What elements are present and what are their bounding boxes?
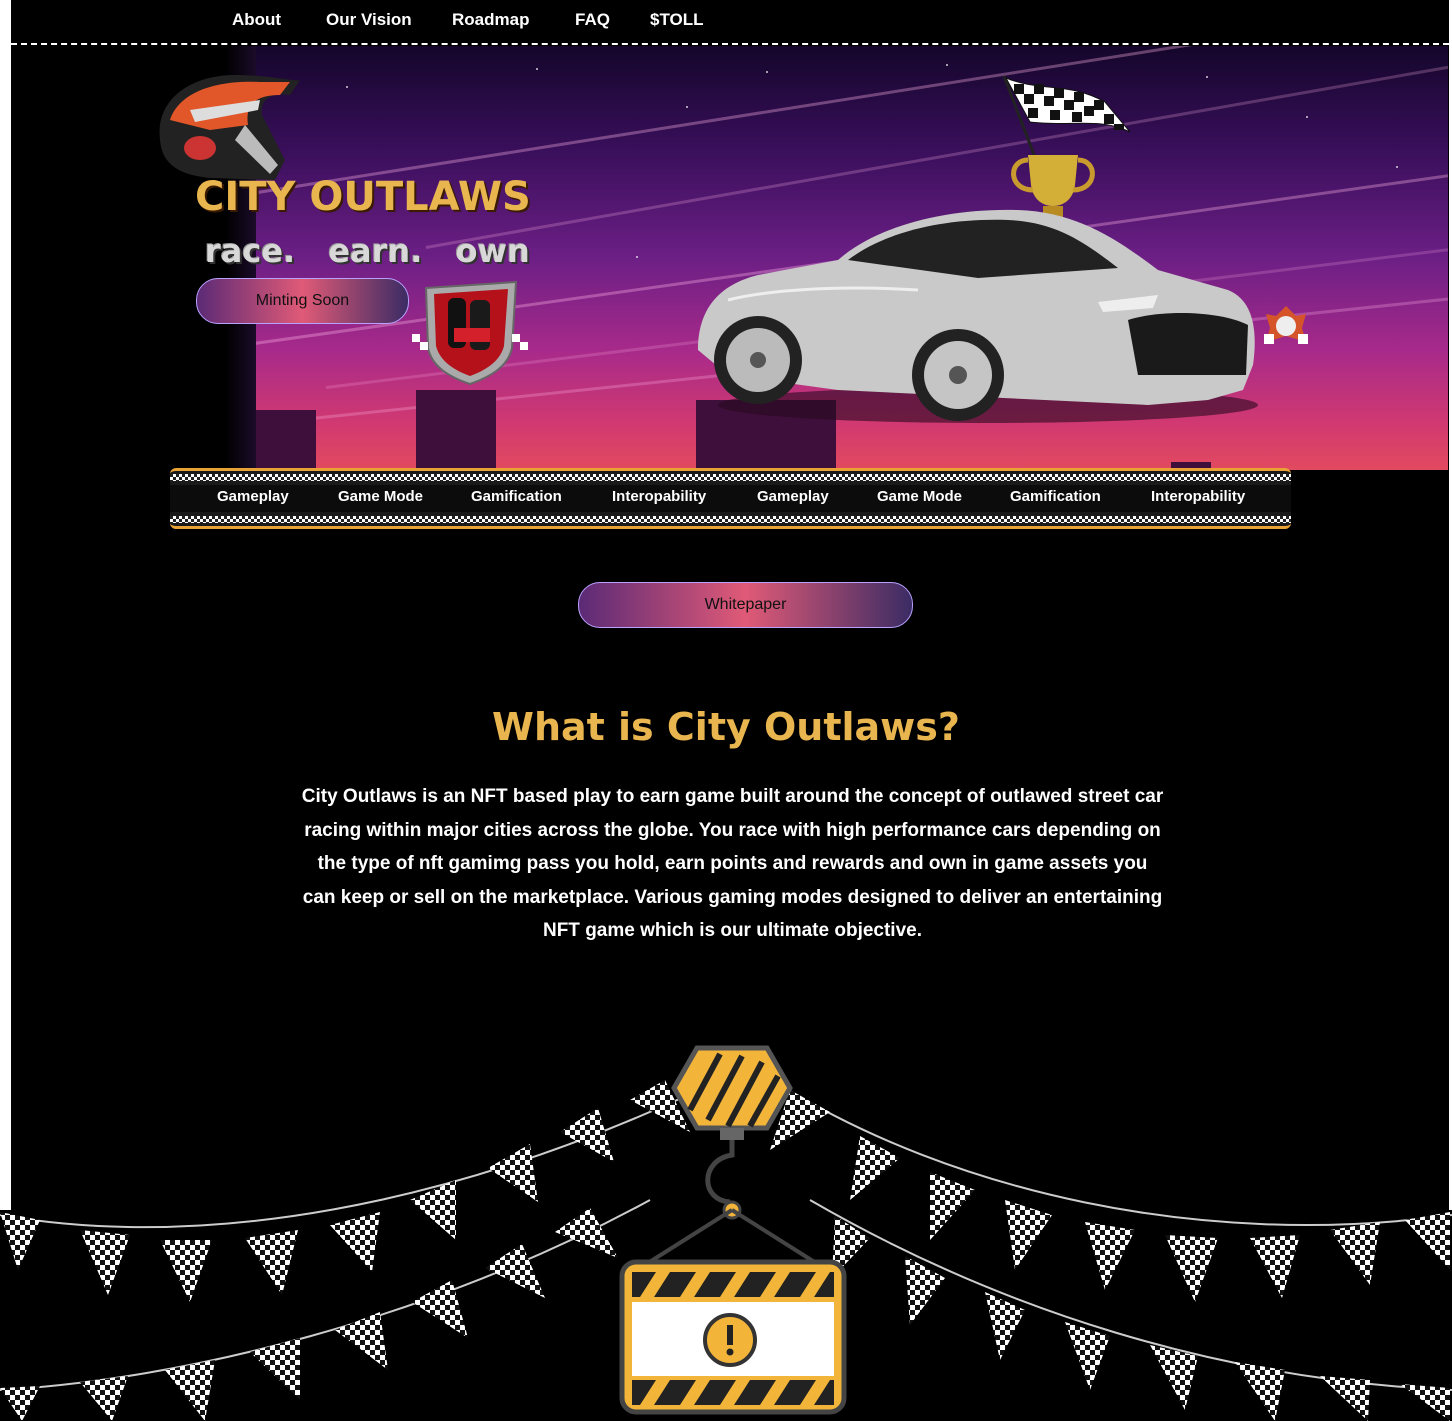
bunting-flags-graphic [0,1045,1452,1421]
top-nav: About Our Vision Roadmap FAQ $TOLL [11,0,1449,45]
whitepaper-button[interactable]: Whitepaper [578,582,913,628]
ticker-item: Game Mode [877,488,963,505]
nav-about[interactable]: About [232,10,281,30]
nav-roadmap[interactable]: Roadmap [452,10,529,30]
ticker-item: Interopability [1151,488,1246,505]
helmet-icon [159,75,300,180]
minting-soon-button[interactable]: Minting Soon [196,278,409,324]
ticker-item: Gameplay [757,488,829,505]
ticker-item: Game Mode [338,488,424,505]
nav-our-vision[interactable]: Our Vision [326,10,412,30]
feature-ticker: Gameplay Game Mode Gamification Interopa… [170,468,1291,529]
checkered-flag-icon [1002,75,1131,161]
nav-toll[interactable]: $TOLL [650,10,704,30]
tire-shield-icon [412,280,528,386]
section-heading: What is City Outlaws? [492,705,960,749]
ticker-item: Interopability [612,488,707,505]
sports-car-image [698,209,1258,423]
nav-faq[interactable]: FAQ [575,10,610,30]
brand-title: CITY OUTLAWS [195,174,531,220]
brand-tagline: race. earn. own [205,232,530,270]
page: About Our Vision Roadmap FAQ $TOLL CITY … [0,0,1452,1421]
skull-badge-icon [1264,306,1308,344]
ticker-item: Gamification [471,488,562,505]
section-description: City Outlaws is an NFT based play to ear… [301,786,1164,941]
ticker-item: Gamification [1010,488,1101,505]
ticker-item: Gameplay [217,488,289,505]
